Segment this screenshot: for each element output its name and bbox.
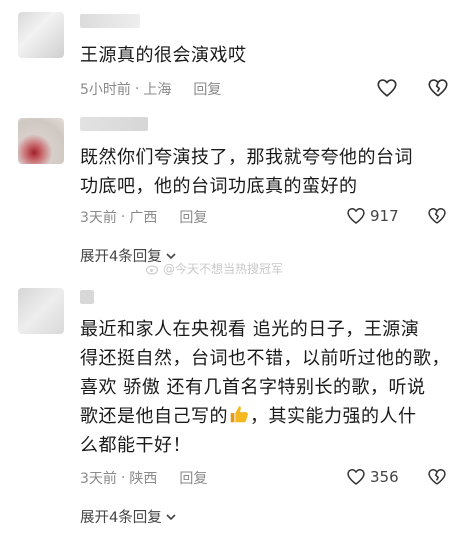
chevron-down-icon — [166, 513, 176, 520]
comment-line: 么都能干好！ — [80, 435, 191, 456]
comment-text: 王源真的很会演戏哎 — [80, 45, 247, 66]
separator: · — [120, 209, 126, 225]
dislike-button[interactable] — [427, 467, 447, 491]
comment-time: 3天前 — [80, 210, 117, 226]
avatar[interactable] — [18, 288, 64, 334]
comment-meta: 3天前 · 陕西 回复 — [80, 467, 460, 489]
comment-text: 最近和家人在央视看 追光的日子，王源演 得还挺自然，台词也不错，以前听过他的歌，… — [80, 315, 460, 460]
thumbs-up-emoji — [230, 406, 248, 423]
weibo-logo-icon — [146, 264, 159, 275]
separator: · — [134, 81, 140, 97]
avatar[interactable] — [18, 118, 64, 164]
heart-icon — [347, 469, 365, 485]
comment-line-part: 歌还是他自己写的 — [80, 406, 228, 427]
username[interactable] — [80, 14, 140, 28]
comment-line: 喜欢 骄傲 还有几首名字特别长的歌，听说 — [80, 377, 426, 398]
like-button[interactable]: 356 — [346, 467, 399, 487]
reply-button[interactable]: 回复 — [193, 79, 221, 99]
comment-line: 最近和家人在央视看 追光的日子，王源演 — [80, 319, 420, 340]
comment-line: 得还挺自然，台词也不错，以前听过他的歌， — [80, 348, 450, 369]
comment-text: 既然你们夸演技了，那我就夸夸他的台词 功底吧，他的台词功底真的蛮好的 — [80, 143, 460, 201]
comment-line: 功底吧，他的台词功底真的蛮好的 — [80, 176, 358, 197]
expand-replies-label: 展开4条回复 — [80, 510, 162, 526]
heart-icon — [377, 79, 397, 97]
reply-button[interactable]: 回复 — [179, 468, 207, 488]
comment-line: 既然你们夸演技了，那我就夸夸他的台词 — [80, 147, 413, 168]
like-button[interactable]: 917 — [346, 206, 399, 226]
username[interactable] — [80, 290, 94, 304]
reply-button[interactable]: 回复 — [179, 207, 207, 227]
broken-heart-icon — [428, 469, 446, 485]
comment-location: 陕西 — [129, 471, 158, 487]
comment-time: 3天前 — [80, 471, 117, 487]
watermark: @今天不想当热搜冠军 — [146, 260, 283, 277]
comment-line-part: ，其实能力强的人什 — [250, 406, 417, 427]
username[interactable] — [80, 117, 148, 131]
broken-heart-icon — [428, 208, 446, 224]
heart-icon — [347, 208, 365, 224]
like-button[interactable] — [376, 77, 402, 99]
avatar[interactable] — [18, 12, 64, 58]
like-count: 356 — [370, 468, 399, 486]
like-count: 917 — [370, 207, 399, 225]
dislike-button[interactable] — [427, 206, 447, 230]
dislike-button[interactable] — [427, 77, 449, 103]
comment-meta: 5小时前 · 上海 回复 — [80, 78, 460, 100]
comment-location: 广西 — [129, 210, 158, 226]
watermark-text: @今天不想当热搜冠军 — [163, 262, 284, 276]
comment-time: 5小时前 — [80, 82, 131, 98]
comment-meta: 3天前 · 广西 回复 — [80, 206, 460, 228]
comment-line: 歌还是他自己写的 ，其实能力强的人什 — [80, 402, 460, 431]
separator: · — [120, 470, 126, 486]
expand-replies-button[interactable]: 展开4条回复 — [80, 506, 177, 527]
broken-heart-icon — [428, 79, 448, 97]
comment-location: 上海 — [143, 82, 172, 98]
